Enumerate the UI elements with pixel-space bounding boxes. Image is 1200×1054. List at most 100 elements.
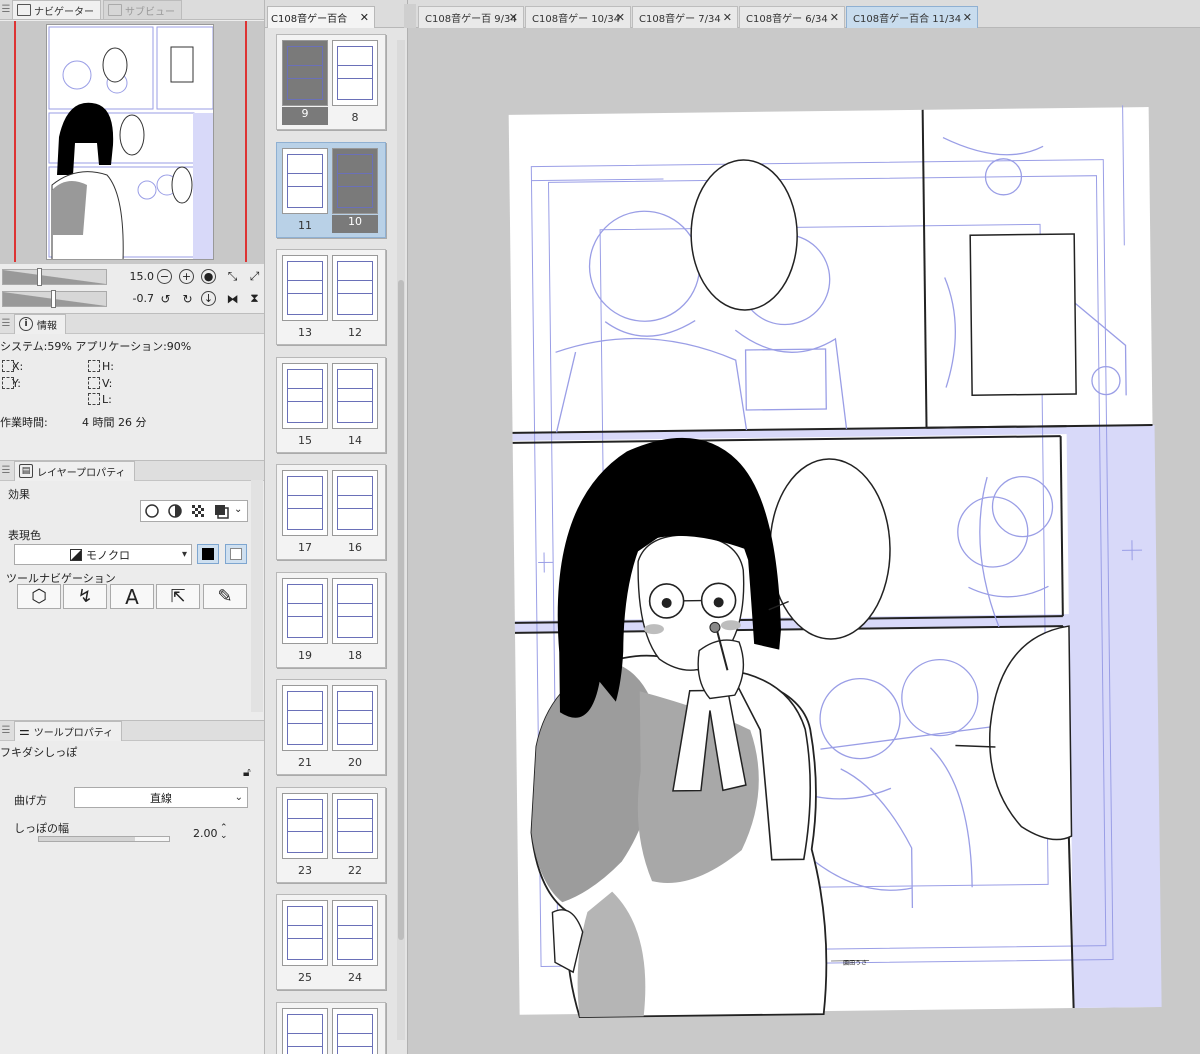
zoom-actual-size-button[interactable]: ● <box>201 269 216 284</box>
tail-width-value: 2.00 <box>193 827 218 840</box>
page-thumbnail[interactable] <box>282 255 328 321</box>
main-color-black-button[interactable] <box>197 544 219 564</box>
page-spread[interactable]: 23 22 <box>276 786 386 883</box>
close-icon[interactable]: ✕ <box>963 11 972 24</box>
fit-to-window-button[interactable]: ⤡ <box>224 269 241 284</box>
rotation-slider-knob[interactable] <box>51 290 56 308</box>
zoom-slider-knob[interactable] <box>37 268 42 286</box>
fit-to-navigator-button[interactable]: ⤢ <box>246 269 263 284</box>
page-thumbnail[interactable] <box>282 147 328 214</box>
page-thumbnail[interactable] <box>332 147 378 214</box>
close-icon[interactable]: ✕ <box>830 11 839 24</box>
page-spread[interactable]: 98 <box>276 34 386 130</box>
page-thumbnail[interactable] <box>282 1007 328 1054</box>
flip-horizontal-icon[interactable]: ⧓ <box>224 291 241 306</box>
zoom-slider[interactable] <box>2 269 107 285</box>
pen-tool-button[interactable]: ✎ <box>203 584 247 609</box>
page-spread[interactable]: 13 12 <box>276 249 386 345</box>
page-thumbnail[interactable] <box>332 362 378 429</box>
select-tool-button[interactable]: ⇱ <box>156 584 200 609</box>
tab-scroll-left[interactable] <box>404 4 416 28</box>
page-spread[interactable] <box>276 1001 386 1054</box>
page-thumbnail[interactable] <box>282 685 328 751</box>
layer-props-scrollbar[interactable] <box>251 480 263 712</box>
page-number-right: 24 <box>348 971 362 984</box>
page-thumbnail[interactable] <box>332 577 378 644</box>
layer-move-tool-button[interactable]: ⬡ <box>17 584 61 609</box>
page-spread[interactable]: 21 20 <box>276 679 386 775</box>
navigator-icon <box>17 4 31 16</box>
document-tab[interactable]: C108音ゲー百合 11/34 ✕ <box>846 6 978 28</box>
extract-line-icon[interactable] <box>166 502 184 520</box>
black-swatch <box>202 548 214 560</box>
info-menu-icon[interactable]: ☰ <box>0 314 12 334</box>
page-thumbnail[interactable] <box>332 470 378 536</box>
page-number-left: 9 <box>282 107 328 125</box>
text-tool-button[interactable]: A <box>110 584 154 609</box>
navigator-preview[interactable] <box>0 21 264 264</box>
effect-more-chevron-icon[interactable]: ⌄ <box>234 504 242 515</box>
page-spread[interactable]: 11 10 <box>276 141 386 238</box>
zoom-row: 15.0 − + ● ⤡ ⤢ <box>0 266 264 288</box>
page-thumbnail[interactable] <box>332 1007 378 1054</box>
zoom-out-button[interactable]: − <box>157 269 172 284</box>
tab-navigator-label: ナビゲーター <box>34 6 94 18</box>
page-thumbnail[interactable] <box>282 470 328 536</box>
page-thumbnail[interactable] <box>332 792 378 859</box>
page-spread[interactable]: 17 16 <box>276 464 386 560</box>
expression-color-label: 表現色 <box>8 529 41 542</box>
tail-width-slider[interactable] <box>38 836 170 842</box>
flip-vertical-icon[interactable]: ⧗ <box>246 291 263 306</box>
layer-props-menu-icon[interactable]: ☰ <box>0 461 12 481</box>
lock-icon[interactable]: 🔓︎ <box>243 765 251 780</box>
tab-info[interactable]: i 情報 <box>14 313 66 334</box>
document-tab[interactable]: C108音ゲー 6/34 ✕ <box>739 6 845 28</box>
tab-tool-properties[interactable]: ⚌ ツールプロパティ <box>14 720 123 741</box>
close-icon[interactable]: ✕ <box>509 11 518 24</box>
page-thumbnail[interactable] <box>282 792 328 859</box>
tab-navigator[interactable]: ナビゲーター <box>12 0 101 19</box>
page-thumbnail[interactable] <box>282 577 328 644</box>
tail-width-spinner-icon[interactable]: ⌃ ⌄ <box>220 824 228 841</box>
tab-file[interactable]: C108音ゲー百合 ✕ <box>267 6 375 28</box>
close-icon[interactable]: ✕ <box>360 11 369 24</box>
page-number-left: 21 <box>298 756 312 769</box>
border-effect-icon[interactable] <box>143 502 161 520</box>
document-tab-label: C108音ゲー 7/34 <box>639 14 721 25</box>
rotate-right-icon[interactable]: ↻ <box>179 291 196 306</box>
zoom-in-button[interactable]: + <box>179 269 194 284</box>
rotate-left-icon[interactable]: ↺ <box>157 291 174 306</box>
manga-page-canvas[interactable]: 園田うさ <box>408 29 1200 1054</box>
page-thumbnail[interactable] <box>282 362 328 429</box>
canvas-area[interactable]: 園田うさ <box>408 29 1200 1054</box>
page-spread[interactable]: 19 18 <box>276 571 386 668</box>
page-thumbnail[interactable] <box>282 900 328 966</box>
document-tab[interactable]: C108音ゲー 10/34 ✕ <box>525 6 631 28</box>
layer-color-icon[interactable] <box>212 502 230 520</box>
page-thumbnail[interactable] <box>332 685 378 751</box>
page-thumbnail[interactable] <box>332 900 378 966</box>
panel-menu-icon[interactable]: ☰ <box>0 0 12 19</box>
page-spread[interactable]: 25 24 <box>276 894 386 990</box>
page-manager-scrollbar[interactable] <box>397 40 405 1040</box>
bend-select[interactable]: 直線 ⌄ <box>74 787 248 808</box>
object-tool-button[interactable]: ↯ <box>63 584 107 609</box>
close-icon[interactable]: ✕ <box>723 11 732 24</box>
page-spread[interactable]: 15 14 <box>276 356 386 453</box>
document-tab[interactable]: C108音ゲー百 9/34 ✕ <box>418 6 524 28</box>
page-thumbnail[interactable] <box>282 40 328 106</box>
tab-layer-properties[interactable]: ▤ レイヤープロパティ <box>14 460 135 481</box>
document-tab-label: C108音ゲー百 9/34 <box>425 14 517 25</box>
page-thumbnail[interactable] <box>332 40 378 106</box>
page-number-left: 19 <box>298 648 312 662</box>
scrollbar-thumb[interactable] <box>398 280 404 940</box>
reset-rotation-button[interactable]: ↓ <box>201 291 216 306</box>
close-icon[interactable]: ✕ <box>616 11 625 24</box>
document-tab[interactable]: C108音ゲー 7/34 ✕ <box>632 6 738 28</box>
expression-color-select[interactable]: モノクロ ▾ <box>14 544 192 565</box>
tab-subview[interactable]: サブビュー <box>103 0 182 19</box>
page-thumbnail[interactable] <box>332 255 378 321</box>
tool-props-menu-icon[interactable]: ☰ <box>0 721 12 741</box>
tone-effect-icon[interactable] <box>189 502 207 520</box>
sub-color-white-button[interactable] <box>225 544 247 564</box>
